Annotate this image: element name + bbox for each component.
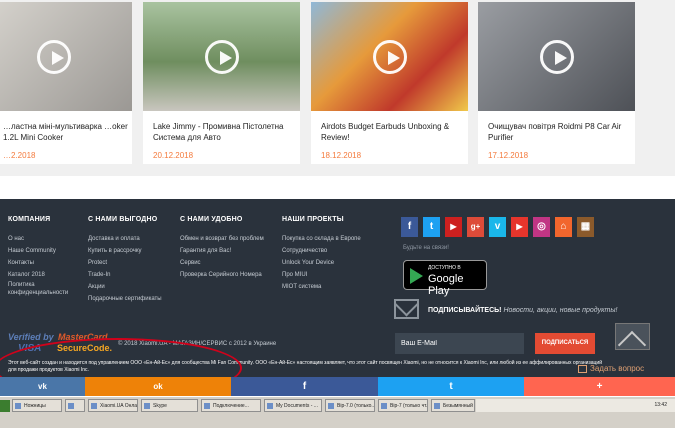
play-icon[interactable] xyxy=(36,39,71,74)
windows-taskbar: Ножницы Xiaomi.UA Онла... Skype Подключе… xyxy=(0,396,675,428)
video-card[interactable]: Очищувач повітря Roidmi P8 Car Air Purif… xyxy=(478,2,635,164)
footer-link[interactable]: О нас xyxy=(8,233,68,245)
taskbar-item[interactable]: Xiaomi.UA Онла... xyxy=(88,399,138,412)
video-thumbnail[interactable] xyxy=(478,2,635,111)
more-share-button[interactable]: + xyxy=(524,377,675,396)
footer-link[interactable]: Подарочные сертификаты xyxy=(88,293,162,305)
footer-column-projects: НАШИ ПРОЕКТЫ Покупка со склада в Европе … xyxy=(282,216,361,293)
footer-link[interactable]: Акции xyxy=(88,281,162,293)
vimeo-icon[interactable]: v xyxy=(489,217,506,237)
video-section: …ластна міні-мультиварка …oker 1.2L Mini… xyxy=(0,0,675,176)
facebook-share-button[interactable]: f xyxy=(231,377,378,396)
footer-link[interactable]: конфиденциальности xyxy=(8,289,68,297)
verified-by-visa-top: Verified by xyxy=(8,332,54,342)
chat-icon xyxy=(578,364,587,373)
google-play-small: ДОСТУПНО В xyxy=(428,265,461,271)
facebook-icon[interactable]: f xyxy=(401,217,418,237)
ask-question-label: Задать вопрос xyxy=(590,364,645,373)
ask-question-link[interactable]: Задать вопрос xyxy=(578,364,644,373)
footer-link[interactable]: Купить в рассрочку xyxy=(88,245,162,257)
video-icon[interactable]: ▶ xyxy=(511,217,528,237)
twitter-icon[interactable]: t xyxy=(423,217,440,237)
footer-link[interactable]: Unlock Your Device xyxy=(282,257,361,269)
video-card[interactable]: Lake Jimmy - Промивна Пістолетна Система… xyxy=(143,2,300,164)
twitter-share-button[interactable]: t xyxy=(378,377,524,396)
footer-link[interactable]: Обмен и возврат без проблем xyxy=(180,233,264,245)
scroll-to-top-button[interactable] xyxy=(615,323,650,350)
taskbar-item[interactable]: Вір-7 (только чт... xyxy=(378,399,428,412)
video-date: 17.12.2018 xyxy=(488,151,529,160)
ok-share-button[interactable]: ok xyxy=(85,377,231,396)
footer-heading: НАШИ ПРОЕКТЫ xyxy=(282,216,344,223)
footer-link[interactable]: Про MIUI xyxy=(282,269,361,281)
footer-heading: КОМПАНИЯ xyxy=(8,216,51,223)
subscribe-heading: ПОДПИСЫВАЙТЕСЬ! Новости, акции, новые пр… xyxy=(428,307,617,314)
taskbar-item[interactable]: Безымянный - P... xyxy=(431,399,475,412)
footer-column-convenience: С НАМИ УДОБНО Обмен и возврат без пробле… xyxy=(180,216,264,281)
subscribe-button[interactable]: ПОДПИСАТЬСЯ xyxy=(535,333,595,354)
video-date: 18.12.2018 xyxy=(321,151,362,160)
play-icon[interactable] xyxy=(539,39,574,74)
footer-heading: С НАМИ УДОБНО xyxy=(180,216,243,223)
connect-text: Будьте на связи! xyxy=(403,245,449,251)
video-thumbnail[interactable] xyxy=(311,2,468,111)
footer-column-benefits: С НАМИ ВЫГОДНО Доставка и оплата Купить … xyxy=(88,216,162,305)
taskbar-item[interactable]: Вір-7.0 (только... xyxy=(325,399,375,412)
section-divider xyxy=(0,176,675,199)
clock[interactable]: 13:42 xyxy=(654,399,667,412)
envelope-icon xyxy=(394,299,419,319)
video-thumbnail[interactable] xyxy=(0,2,132,111)
footer-link[interactable]: Политика xyxy=(8,281,68,289)
taskbar-item[interactable] xyxy=(65,399,85,412)
video-card[interactable]: …ластна міні-мультиварка …oker 1.2L Mini… xyxy=(0,2,132,164)
subscribe-title: ПОДПИСЫВАЙТЕСЬ! xyxy=(428,307,502,314)
footer-link[interactable]: Protect xyxy=(88,257,162,269)
video-thumbnail[interactable] xyxy=(143,2,300,111)
video-title[interactable]: Lake Jimmy - Промивна Пістолетна Система… xyxy=(153,121,295,143)
google-play-big: Google Play xyxy=(428,273,464,297)
footer-link[interactable]: Контакты xyxy=(8,257,68,269)
email-field[interactable] xyxy=(395,333,524,354)
video-card[interactable]: Airdots Budget Earbuds Unboxing & Review… xyxy=(311,2,468,164)
taskbar-item[interactable]: My Documents - ... xyxy=(264,399,322,412)
footer-link[interactable]: Сотрудничество xyxy=(282,245,361,257)
footer-link[interactable]: Доставка и оплата xyxy=(88,233,162,245)
google-plus-icon[interactable]: g+ xyxy=(467,217,484,237)
taskbar-item[interactable]: Ножницы xyxy=(12,399,62,412)
video-date: 20.12.2018 xyxy=(153,151,194,160)
footer-link[interactable]: Trade-In xyxy=(88,269,162,281)
video-date: …2.2018 xyxy=(3,151,36,160)
subscribe-subtitle: Новости, акции, новые продукты! xyxy=(503,307,618,314)
footer-column-company: КОМПАНИЯ О нас Наше Community Контакты К… xyxy=(8,216,68,297)
google-play-icon xyxy=(410,268,423,284)
start-button[interactable] xyxy=(0,400,10,412)
taskbar-item[interactable]: Skype xyxy=(141,399,198,412)
share-bar: vk ok f t + xyxy=(0,377,675,396)
video-title[interactable]: Очищувач повітря Roidmi P8 Car Air Purif… xyxy=(488,121,630,143)
video-title[interactable]: Airdots Budget Earbuds Unboxing & Review… xyxy=(321,121,463,143)
taskbar-item[interactable]: Подключение... xyxy=(201,399,261,412)
building-icon[interactable]: ▦ xyxy=(577,217,594,237)
vk-share-button[interactable]: vk xyxy=(0,377,85,396)
home-icon[interactable]: ⌂ xyxy=(555,217,572,237)
footer-heading: С НАМИ ВЫГОДНО xyxy=(88,216,158,223)
footer-link[interactable]: Сервис xyxy=(180,257,264,269)
footer-link[interactable]: Каталог 2018 xyxy=(8,269,68,281)
play-icon[interactable] xyxy=(372,39,407,74)
instagram-icon[interactable]: ◎ xyxy=(533,217,550,237)
footer-link[interactable]: Проверка Серийного Номера xyxy=(180,269,264,281)
system-tray: 13:42 xyxy=(476,399,675,412)
play-icon[interactable] xyxy=(204,39,239,74)
google-play-badge[interactable]: ДОСТУПНО В Google Play xyxy=(403,260,487,297)
video-title[interactable]: …ластна міні-мультиварка …oker 1.2L Mini… xyxy=(3,121,145,143)
footer-link[interactable]: Покупка со склада в Европе xyxy=(282,233,361,245)
footer-link[interactable]: Гарантия для Вас! xyxy=(180,245,264,257)
youtube-icon[interactable]: ▶ xyxy=(445,217,462,237)
footer-link[interactable]: Наше Community xyxy=(8,245,68,257)
footer-link[interactable]: MIOT система xyxy=(282,281,361,293)
